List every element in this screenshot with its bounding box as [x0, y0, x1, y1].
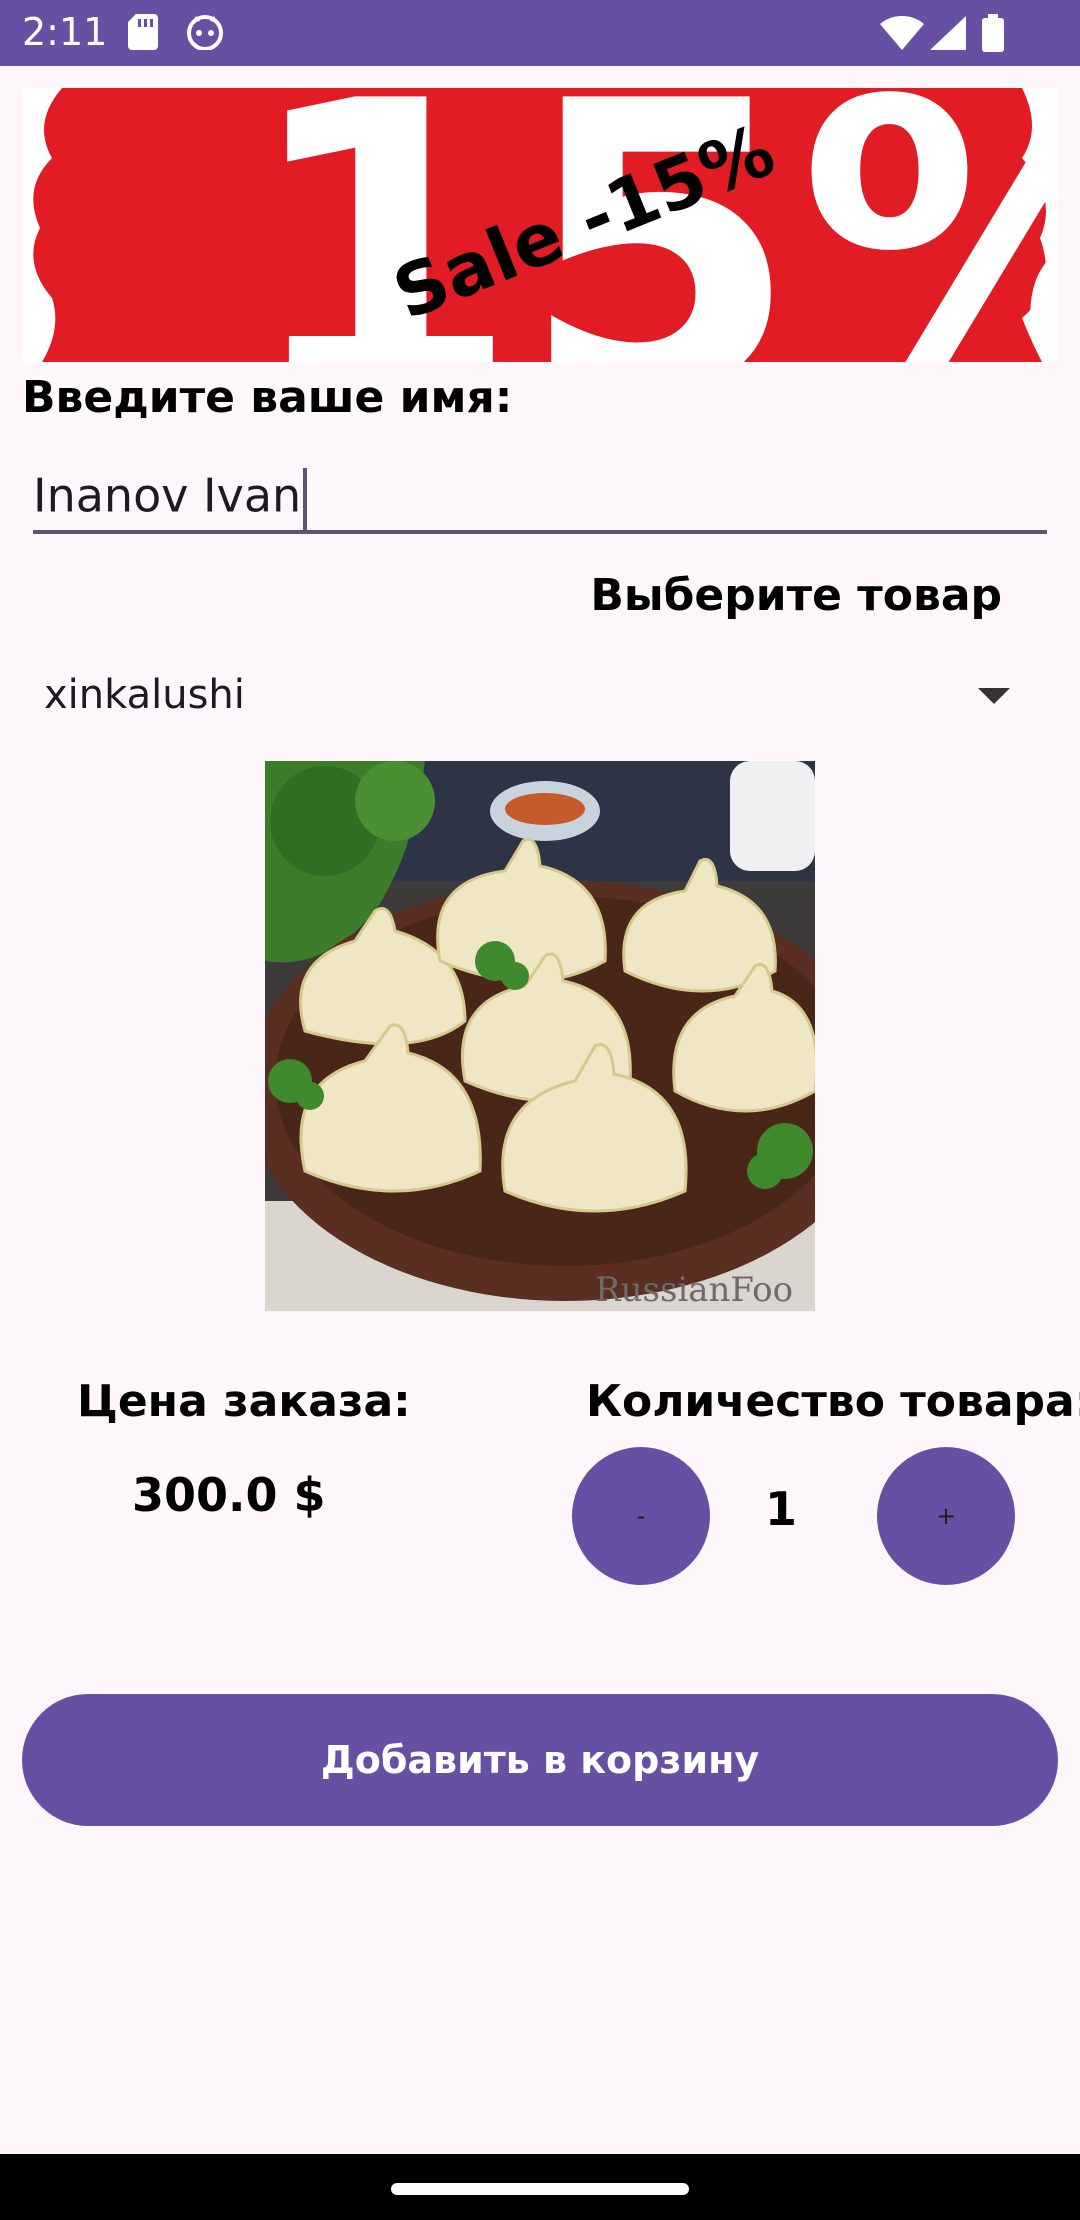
- svg-text:RussianFoo: RussianFoo: [595, 1270, 793, 1310]
- product-label: Выберите товар: [590, 570, 1002, 621]
- quantity-value: 1: [765, 1482, 798, 1536]
- sale-banner: 15% Sale -15%: [22, 88, 1058, 362]
- product-image: RussianFoo: [265, 761, 815, 1311]
- text-caret: [303, 468, 308, 530]
- quantity-label: Количество товара:: [586, 1376, 1080, 1427]
- product-spinner[interactable]: xinkalushi: [22, 652, 1032, 742]
- cat-face-icon: [186, 14, 224, 55]
- sd-card-icon: [128, 14, 158, 55]
- battery-icon: [982, 14, 1004, 57]
- dropdown-arrow-icon: [978, 688, 1010, 704]
- wifi-icon: [880, 15, 924, 55]
- increase-quantity-button[interactable]: +: [877, 1447, 1015, 1585]
- home-gesture-handle[interactable]: [391, 2183, 689, 2195]
- status-time: 2:11: [22, 10, 108, 54]
- signal-icon: [930, 16, 966, 55]
- status-bar: 2:11: [0, 0, 1080, 66]
- name-input-value: Inanov Ivan: [33, 468, 308, 530]
- price-value: 300.0 $: [132, 1468, 326, 1522]
- name-label: Введите ваше имя:: [22, 372, 513, 423]
- decrease-quantity-button[interactable]: -: [572, 1447, 710, 1585]
- name-input[interactable]: Inanov Ivan: [33, 464, 1047, 534]
- add-to-cart-button[interactable]: Добавить в корзину: [22, 1694, 1058, 1826]
- name-value-text: Inanov Ivan: [33, 468, 302, 523]
- spinner-selected-value: xinkalushi: [44, 672, 245, 718]
- price-label: Цена заказа:: [77, 1376, 411, 1427]
